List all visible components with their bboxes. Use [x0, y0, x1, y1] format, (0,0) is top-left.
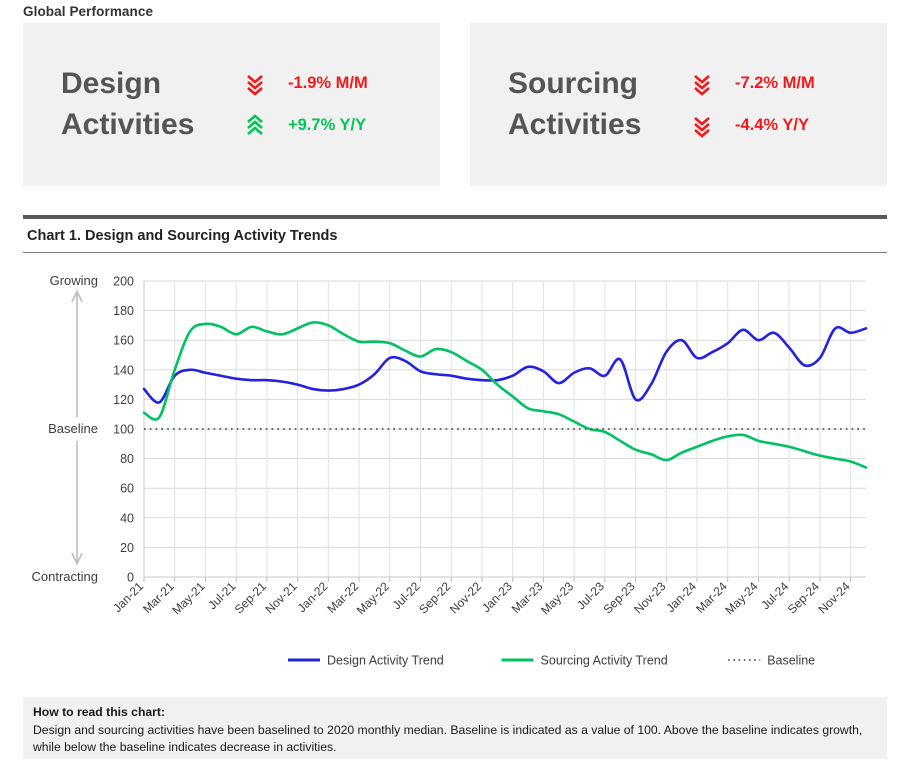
- chevron-down-triple-icon: [691, 71, 713, 97]
- activity-trends-line-chart[interactable]: 020406080100120140160180200 Jan-21Mar-21…: [0, 258, 909, 688]
- legend-label: Sourcing Activity Trend: [541, 654, 668, 668]
- kpi-metric-mom-sourcing: -7.2% M/M: [691, 71, 831, 97]
- kpi-card-design-activities[interactable]: Design Activities -1.9% M/M +9.7% Y/Y: [23, 23, 440, 186]
- annotation-contracting: Contracting: [32, 569, 98, 584]
- how-to-read-body: Design and sourcing activities have been…: [33, 722, 863, 754]
- kpi-value-mom-design: -1.9% M/M: [288, 74, 368, 92]
- chart-legend: Design Activity Trend Sourcing Activity T…: [288, 654, 815, 668]
- legend-label: Design Activity Trend: [327, 654, 444, 668]
- kpi-value-yoy-design: +9.7% Y/Y: [288, 116, 367, 134]
- x-tick-label: Jan-23: [479, 579, 515, 615]
- kpi-metric-mom-design: -1.9% M/M: [244, 71, 384, 97]
- x-tick-label: May-23: [538, 579, 576, 617]
- x-tick-label: May-24: [722, 579, 760, 617]
- kpi-label-sourcing: Sourcing Activities: [508, 66, 642, 141]
- chevron-up-triple-icon: [244, 113, 266, 139]
- how-to-read-note: How to read this chart: Design and sourc…: [23, 697, 887, 759]
- kpi-metric-yoy-design: +9.7% Y/Y: [244, 113, 384, 139]
- x-tick-label: Nov-22: [447, 579, 484, 616]
- page-title: Global Performance: [23, 4, 154, 19]
- y-tick-label: 20: [120, 541, 134, 555]
- chart-x-tick-labels: Jan-21Mar-21May-21Jul-21Sep-21Nov-21Jan-…: [110, 579, 853, 617]
- panel-divider-top: [23, 215, 887, 219]
- y-tick-label: 140: [113, 363, 134, 377]
- kpi-value-yoy-sourcing: -4.4% Y/Y: [735, 116, 809, 134]
- chevron-down-triple-icon: [244, 71, 266, 97]
- chart-series-lines: [142, 321, 868, 469]
- x-tick-label: Jan-24: [663, 579, 699, 615]
- y-tick-label: 40: [120, 511, 134, 525]
- y-tick-label: 180: [113, 304, 134, 318]
- kpi-label-design: Design Activities: [61, 66, 195, 141]
- legend-label: Baseline: [767, 654, 815, 668]
- y-tick-label: 80: [120, 452, 134, 466]
- dashboard-page: Global Performance Design Activities -1.…: [0, 0, 909, 766]
- y-tick-label: 120: [113, 393, 134, 407]
- panel-divider-under-title: [23, 252, 887, 253]
- x-tick-label: Sep-22: [416, 579, 453, 616]
- annotation-growing: Growing: [50, 273, 98, 288]
- x-tick-label: Sep-23: [600, 579, 637, 616]
- chart-axis-annotations: Growing Baseline Contracting: [32, 273, 98, 584]
- y-tick-label: 100: [113, 423, 134, 437]
- chart-title: Chart 1. Design and Sourcing Activity Tr…: [27, 228, 338, 244]
- x-tick-label: May-21: [169, 579, 207, 617]
- how-to-read-heading: How to read this chart:: [33, 705, 166, 719]
- x-tick-label: Sep-24: [785, 579, 822, 616]
- kpi-card-sourcing-activities[interactable]: Sourcing Activities -7.2% M/M -4.4% Y/Y: [470, 23, 887, 186]
- y-tick-label: 160: [113, 334, 134, 348]
- kpi-metrics-sourcing: -7.2% M/M -4.4% Y/Y: [691, 71, 831, 139]
- chart-container[interactable]: 0 20 40 60 80 100 120 140 160 180 200 Jan-21 Mar-21…: [0, 258, 909, 688]
- x-tick-label: Nov-23: [631, 579, 668, 616]
- x-tick-label: Nov-21: [262, 579, 299, 616]
- x-tick-label: May-22: [354, 579, 392, 617]
- x-tick-label: Jan-22: [295, 579, 331, 615]
- x-tick-label: Sep-21: [232, 579, 269, 616]
- kpi-metric-yoy-sourcing: -4.4% Y/Y: [691, 113, 831, 139]
- annotation-baseline: Baseline: [48, 421, 98, 436]
- kpi-value-mom-sourcing: -7.2% M/M: [735, 74, 815, 92]
- y-tick-label: 60: [120, 482, 134, 496]
- series-line-sourcing-activity-trend: [142, 321, 868, 469]
- x-tick-label: Nov-24: [816, 579, 853, 616]
- chart-y-tick-labels: 020406080100120140160180200: [113, 275, 134, 585]
- kpi-card-row: Design Activities -1.9% M/M +9.7% Y/Y So…: [0, 23, 909, 186]
- kpi-metrics-design: -1.9% M/M +9.7% Y/Y: [244, 71, 384, 139]
- y-tick-label: 200: [113, 275, 134, 289]
- chevron-down-triple-icon: [691, 113, 713, 139]
